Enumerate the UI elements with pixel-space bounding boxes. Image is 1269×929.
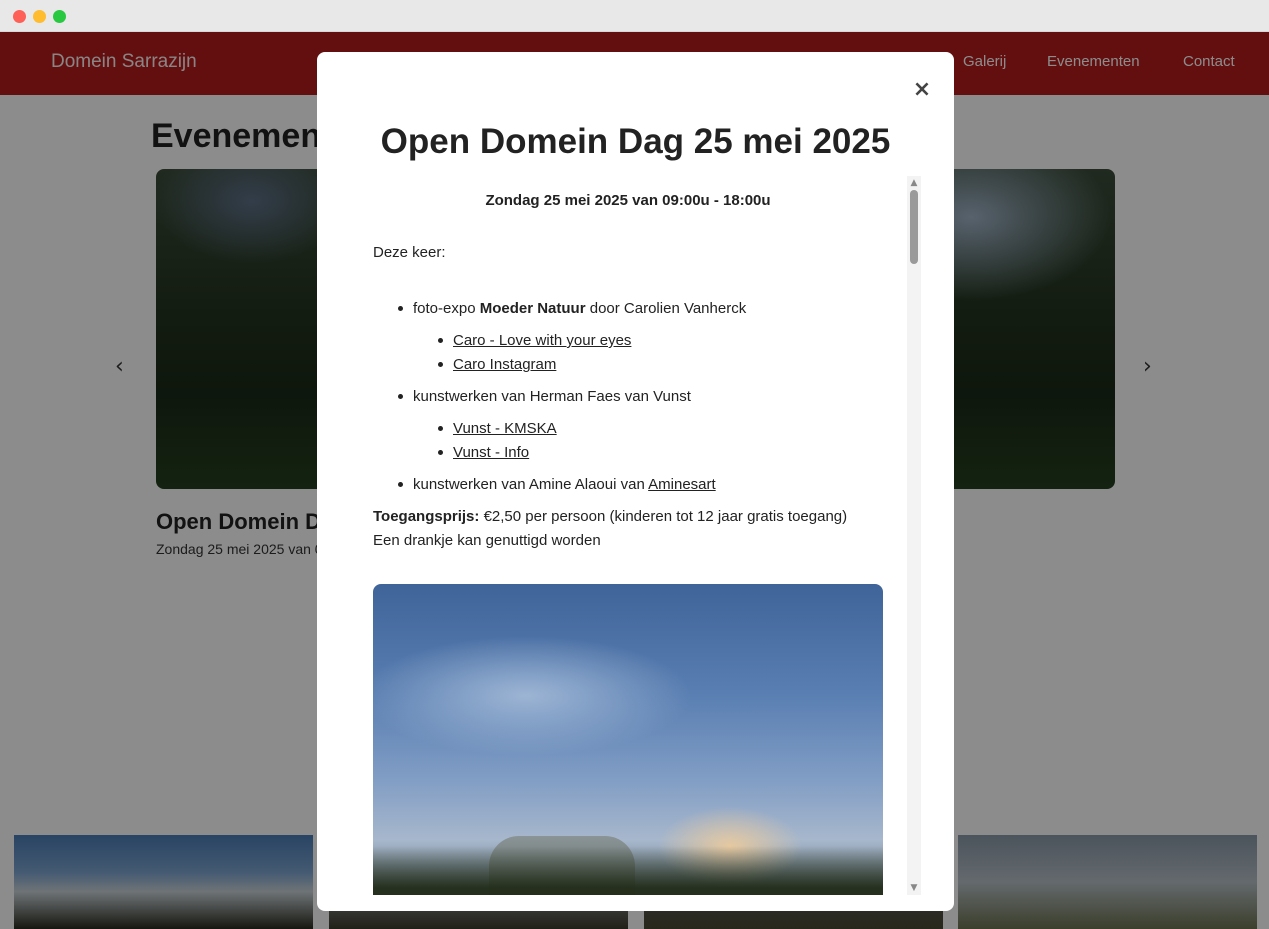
price-label: Toegangsprijs:: [373, 508, 480, 525]
scroll-down-icon[interactable]: ▼: [907, 881, 921, 895]
list-item-text: foto-expo: [413, 300, 480, 317]
link-caro-instagram[interactable]: Caro Instagram: [453, 356, 556, 373]
close-window-button[interactable]: [13, 10, 26, 23]
modal-body: Zondag 25 mei 2025 van 09:00u - 18:00u D…: [373, 176, 909, 895]
modal-scrollbar[interactable]: ▲ ▼: [907, 176, 921, 895]
window-titlebar: [0, 0, 1269, 32]
drink-text: Een drankje kan genuttigd worden: [373, 532, 601, 549]
bullet: [438, 426, 443, 431]
bullet: [398, 306, 403, 311]
link-caro-love-with-your-eyes[interactable]: Caro - Love with your eyes: [453, 332, 631, 349]
link-vunst-info[interactable]: Vunst - Info: [453, 444, 529, 461]
scrollbar-thumb[interactable]: [910, 190, 918, 264]
event-modal: × Open Domein Dag 25 mei 2025 Zondag 25 …: [317, 52, 954, 911]
modal-title: Open Domein Dag 25 mei 2025: [380, 122, 891, 161]
bullet: [398, 394, 403, 399]
maximize-window-button[interactable]: [53, 10, 66, 23]
list-item-bold: Moeder Natuur: [479, 300, 586, 317]
price-text: €2,50 per persoon (kinderen tot 12 jaar …: [479, 508, 848, 525]
list-item-text: kunstwerken van Amine Alaoui van: [413, 476, 649, 493]
bullet: [438, 338, 443, 343]
list-item-text: door Carolien Vanherck: [585, 300, 747, 317]
list-item: kunstwerken van Herman Faes van Vunst: [413, 388, 691, 405]
close-icon[interactable]: ×: [911, 78, 933, 102]
list-item: kunstwerken van Amine Alaoui van Aminesa…: [413, 476, 716, 493]
bullet: [398, 482, 403, 487]
list-item: foto-expo Moeder Natuur door Carolien Va…: [413, 300, 746, 317]
event-photo: [373, 584, 883, 895]
bullet: [438, 362, 443, 367]
link-aminesart[interactable]: Aminesart: [648, 476, 716, 493]
bullet: [438, 450, 443, 455]
photo-trees: [373, 846, 883, 895]
link-vunst-kmska[interactable]: Vunst - KMSKA: [453, 420, 557, 437]
price-line: Toegangsprijs: €2,50 per persoon (kinder…: [373, 508, 847, 525]
scroll-up-icon[interactable]: ▲: [907, 176, 921, 190]
minimize-window-button[interactable]: [33, 10, 46, 23]
event-date-line: Zondag 25 mei 2025 van 09:00u - 18:00u: [485, 192, 771, 209]
intro-text: Deze keer:: [373, 244, 446, 261]
